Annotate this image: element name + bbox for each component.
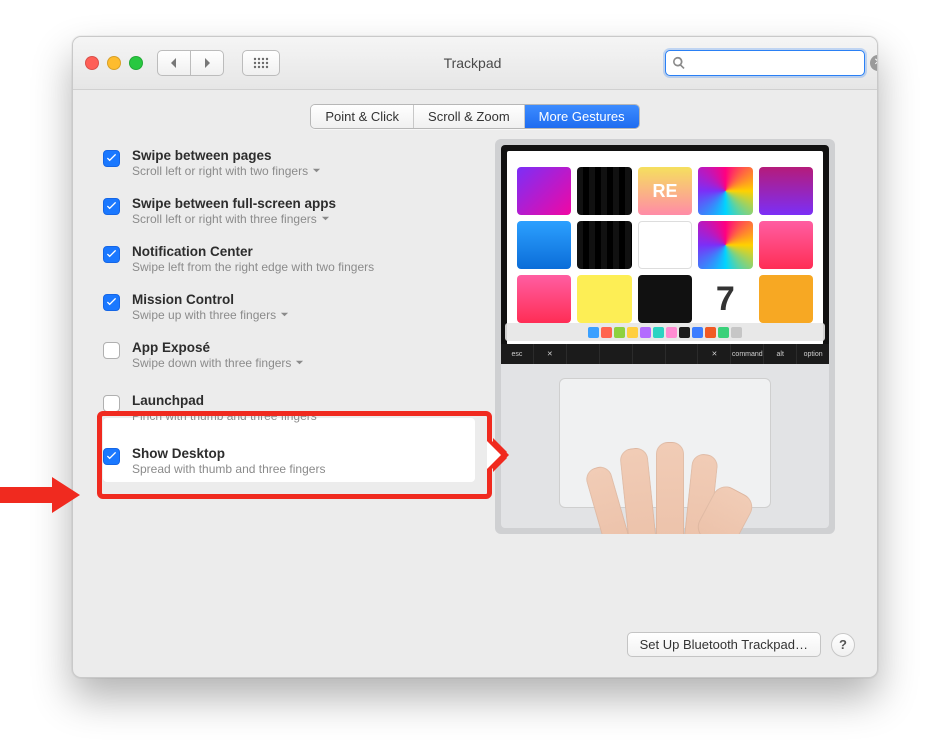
checkbox-swipe-between-apps[interactable] bbox=[103, 198, 120, 215]
tab-more-gestures[interactable]: More Gestures bbox=[525, 105, 639, 128]
search-icon bbox=[672, 56, 686, 70]
preview-dock bbox=[505, 323, 825, 341]
nav-buttons bbox=[157, 50, 224, 76]
minimize-window-button[interactable] bbox=[107, 56, 121, 70]
option-swipe-between-pages: Swipe between pages Scroll left or right… bbox=[97, 139, 477, 187]
checkbox-mission-control[interactable] bbox=[103, 294, 120, 311]
tab-point-and-click[interactable]: Point & Click bbox=[311, 105, 414, 128]
option-subtitle: Swipe left from the right edge with two … bbox=[132, 260, 374, 274]
close-window-button[interactable] bbox=[85, 56, 99, 70]
chevron-down-icon bbox=[295, 356, 304, 370]
preview-deck bbox=[501, 364, 829, 528]
option-launchpad: Launchpad Pinch with thumb and three fin… bbox=[97, 379, 477, 437]
forward-button[interactable] bbox=[190, 50, 224, 76]
toolbar: Trackpad bbox=[73, 37, 877, 90]
option-subtitle-dropdown[interactable]: Swipe down with three fingers bbox=[132, 356, 304, 370]
zoom-window-button[interactable] bbox=[129, 56, 143, 70]
option-title: Notification Center bbox=[132, 244, 374, 259]
checkbox-launchpad[interactable] bbox=[103, 395, 120, 412]
option-title: Swipe between full-screen apps bbox=[132, 196, 336, 211]
option-show-desktop: Show Desktop Spread with thumb and three… bbox=[97, 437, 477, 485]
option-title: Launchpad bbox=[132, 393, 317, 408]
checkbox-show-desktop[interactable] bbox=[103, 448, 120, 465]
chevron-down-icon bbox=[312, 164, 321, 178]
option-subtitle-dropdown[interactable]: Scroll left or right with three fingers bbox=[132, 212, 336, 226]
option-subtitle-dropdown[interactable]: Swipe up with three fingers bbox=[132, 308, 289, 322]
help-button[interactable]: ? bbox=[831, 633, 855, 657]
option-app-expose: App Exposé Swipe down with three fingers bbox=[97, 331, 477, 379]
option-notification-center: Notification Center Swipe left from the … bbox=[97, 235, 477, 283]
chevron-down-icon bbox=[321, 212, 330, 226]
option-title: Show Desktop bbox=[132, 446, 325, 461]
checkbox-notification-center[interactable] bbox=[103, 246, 120, 263]
tab-scroll-and-zoom[interactable]: Scroll & Zoom bbox=[414, 105, 525, 128]
back-button[interactable] bbox=[157, 50, 190, 76]
option-mission-control: Mission Control Swipe up with three fing… bbox=[97, 283, 477, 331]
preview-screen: RE 7 bbox=[501, 145, 829, 351]
option-swipe-between-apps: Swipe between full-screen apps Scroll le… bbox=[97, 187, 477, 235]
option-subtitle-dropdown[interactable]: Scroll left or right with two fingers bbox=[132, 164, 321, 178]
checkbox-swipe-between-pages[interactable] bbox=[103, 150, 120, 167]
clear-search-button[interactable] bbox=[870, 55, 878, 71]
tab-bar: Point & Click Scroll & Zoom More Gesture… bbox=[73, 104, 877, 129]
gesture-preview: RE 7 esc ✕ bbox=[495, 139, 835, 534]
setup-bluetooth-trackpad-button[interactable]: Set Up Bluetooth Trackpad… bbox=[627, 632, 821, 657]
option-subtitle: Spread with thumb and three fingers bbox=[132, 462, 325, 476]
gesture-options-list: Swipe between pages Scroll left or right… bbox=[97, 139, 477, 534]
window-title: Trackpad bbox=[290, 55, 655, 71]
search-input[interactable] bbox=[690, 55, 870, 72]
window-controls bbox=[85, 56, 143, 70]
show-all-button[interactable] bbox=[242, 50, 280, 76]
annotation-arrow bbox=[0, 475, 80, 515]
option-title: Swipe between pages bbox=[132, 148, 321, 163]
option-subtitle: Pinch with thumb and three fingers bbox=[132, 409, 317, 423]
chevron-down-icon bbox=[280, 308, 289, 322]
checkbox-app-expose[interactable] bbox=[103, 342, 120, 359]
search-field[interactable] bbox=[665, 50, 865, 76]
preview-touchbar: esc ✕ ✕ command alt option bbox=[501, 344, 829, 364]
preview-hand bbox=[590, 446, 740, 534]
footer: Set Up Bluetooth Trackpad… ? bbox=[627, 632, 855, 657]
option-title: Mission Control bbox=[132, 292, 289, 307]
preferences-window: Trackpad Point & Click Scroll & Zoom Mor… bbox=[72, 36, 878, 678]
option-title: App Exposé bbox=[132, 340, 304, 355]
